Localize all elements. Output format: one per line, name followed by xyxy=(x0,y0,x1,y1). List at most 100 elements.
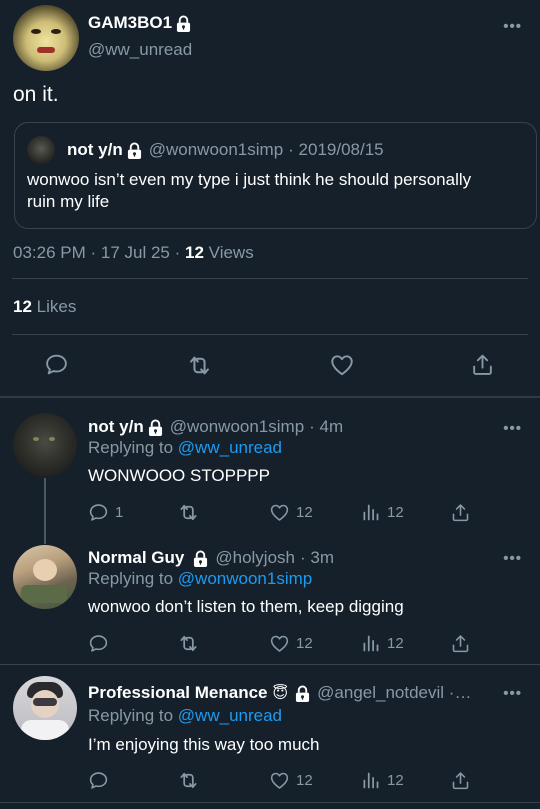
heart-icon xyxy=(269,633,290,654)
reply-text: WONWOOO STOPPPP xyxy=(88,466,270,485)
divider xyxy=(12,278,528,279)
share-icon xyxy=(450,502,471,523)
view-count: 12 xyxy=(387,772,404,789)
halo-emoji: 😇 xyxy=(272,685,289,702)
reply-icon xyxy=(88,502,109,523)
share-button[interactable] xyxy=(450,770,471,791)
tweet-text: on it. xyxy=(13,83,59,106)
stats-icon xyxy=(360,633,381,654)
like-count: 12 xyxy=(296,504,313,521)
like-button[interactable] xyxy=(329,352,355,378)
share-button[interactable] xyxy=(450,502,471,523)
reply-header: Professional Menance 😇 @angel_notdevil ·… xyxy=(88,683,471,703)
likes-label: Likes xyxy=(36,297,77,316)
reply-time: · 3m xyxy=(300,548,334,567)
share-button[interactable] xyxy=(470,352,495,377)
reply-header: not y/n @wonwoon1simp · 4m xyxy=(88,417,343,437)
more-options-icon[interactable]: ••• xyxy=(503,550,522,567)
tweet-meta: 03:26 PM · 17 Jul 25 · 12 Views xyxy=(13,243,254,263)
reply-button[interactable] xyxy=(88,633,109,654)
reply-time: · 4m xyxy=(309,417,344,436)
divider xyxy=(0,802,540,803)
section-divider xyxy=(0,396,540,398)
more-options-icon[interactable]: ••• xyxy=(503,685,522,702)
quoted-display-name: not y/n xyxy=(67,140,123,159)
like-button[interactable]: 12 xyxy=(269,770,313,791)
reply-icon xyxy=(88,633,109,654)
reply-icon xyxy=(88,770,109,791)
avatar[interactable] xyxy=(13,5,79,71)
lock-icon xyxy=(127,142,142,159)
reply-button[interactable] xyxy=(44,352,69,377)
retweet-icon xyxy=(177,501,200,524)
replying-to-link[interactable]: @ww_unread xyxy=(178,438,282,457)
quoted-handle: @wonwoon1simp xyxy=(148,140,284,159)
stats-icon xyxy=(360,770,381,791)
share-button[interactable] xyxy=(450,633,471,654)
reply-display-name[interactable]: Normal Guy xyxy=(88,548,184,568)
quoted-tweet[interactable]: not y/n @wonwoon1simp · 2019/08/15 wonwo… xyxy=(14,122,537,229)
reply-avatar[interactable] xyxy=(13,413,77,477)
replying-to: Replying to @wonwoon1simp xyxy=(88,569,312,589)
like-count: 12 xyxy=(296,635,313,652)
divider xyxy=(0,664,540,665)
like-button[interactable]: 12 xyxy=(269,633,313,654)
likes-stat[interactable]: 12 Likes xyxy=(13,297,76,317)
view-count: 12 xyxy=(387,635,404,652)
reply-icon xyxy=(44,352,69,377)
share-icon xyxy=(450,770,471,791)
heart-icon xyxy=(269,770,290,791)
views-button[interactable]: 12 xyxy=(360,502,404,523)
retweet-button[interactable] xyxy=(177,769,200,792)
reply-handle[interactable]: @holyjosh xyxy=(215,548,295,568)
replying-prefix: Replying to xyxy=(88,706,174,725)
heart-icon xyxy=(269,502,290,523)
reply-handle[interactable]: @angel_notdevil ·… xyxy=(317,683,471,703)
more-options-icon[interactable]: ••• xyxy=(503,18,522,35)
reply-display-name[interactable]: not y/n xyxy=(88,417,144,437)
reply-avatar[interactable] xyxy=(13,545,77,609)
retweet-button[interactable] xyxy=(177,501,200,524)
lock-icon xyxy=(193,550,208,567)
retweet-icon xyxy=(186,352,213,379)
quoted-date: · 2019/08/15 xyxy=(288,140,384,159)
views-label: Views xyxy=(208,243,254,262)
reply-text: I’m enjoying this way too much xyxy=(88,735,320,754)
reply-avatar[interactable] xyxy=(13,676,77,740)
quoted-header: not y/n @wonwoon1simp · 2019/08/15 xyxy=(67,140,384,160)
heart-icon xyxy=(329,352,355,378)
likes-count: 12 xyxy=(13,297,32,316)
quoted-text: wonwoo isn’t even my type i just think h… xyxy=(27,170,472,211)
author-name[interactable]: GAM3BO1 xyxy=(88,13,191,33)
lock-icon xyxy=(176,15,191,32)
reply-display-name[interactable]: Professional Menance xyxy=(88,683,268,703)
more-options-icon[interactable]: ••• xyxy=(503,420,522,437)
replying-prefix: Replying to xyxy=(88,569,174,588)
reply-handle[interactable]: @wonwoon1simp xyxy=(170,417,304,437)
views-button[interactable]: 12 xyxy=(360,633,404,654)
replying-to-link[interactable]: @ww_unread xyxy=(178,706,282,725)
view-count: 12 xyxy=(387,504,404,521)
reply-button[interactable] xyxy=(88,770,109,791)
retweet-button[interactable] xyxy=(186,352,213,379)
lock-icon xyxy=(295,685,310,702)
replying-to-link[interactable]: @wonwoon1simp xyxy=(178,569,312,588)
stats-icon xyxy=(360,502,381,523)
retweet-button[interactable] xyxy=(177,632,200,655)
divider xyxy=(12,334,528,335)
retweet-icon xyxy=(177,632,200,655)
share-icon xyxy=(470,352,495,377)
reply-text: wonwoo don’t listen to them, keep diggin… xyxy=(88,597,404,616)
like-button[interactable]: 12 xyxy=(269,502,313,523)
like-count: 12 xyxy=(296,772,313,789)
lock-icon xyxy=(148,419,163,436)
display-name: GAM3BO1 xyxy=(88,13,173,32)
thread-line xyxy=(44,478,46,544)
views-button[interactable]: 12 xyxy=(360,770,404,791)
replying-to: Replying to @ww_unread xyxy=(88,706,282,726)
retweet-icon xyxy=(177,769,200,792)
views-count: 12 xyxy=(185,243,204,262)
author-handle[interactable]: @ww_unread xyxy=(88,40,192,60)
reply-button[interactable]: 1 xyxy=(88,502,123,523)
replying-to: Replying to @ww_unread xyxy=(88,438,282,458)
